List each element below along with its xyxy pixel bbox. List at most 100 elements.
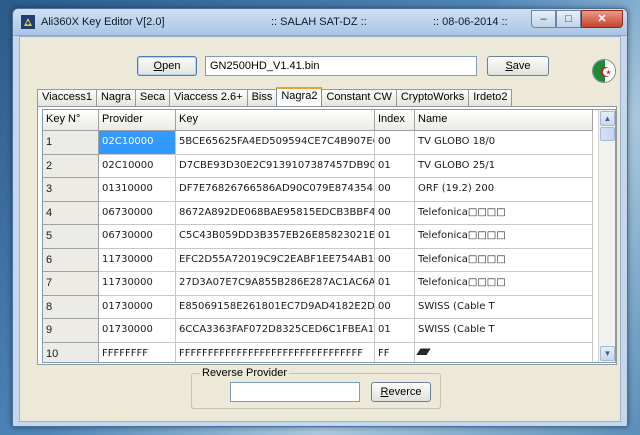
cell-name[interactable]: Telefonica□□□□: [415, 248, 593, 272]
column-header[interactable]: Provider: [99, 110, 176, 131]
app-icon: [21, 15, 35, 29]
cell-index[interactable]: 01: [375, 154, 415, 178]
app-window: Ali360X Key Editor V[2.0] :: SALAH SAT-D…: [12, 8, 628, 427]
keys-grid: Key N° Provider Key Index Name 1 02C10000 5BCE…: [42, 109, 616, 363]
title-bar[interactable]: Ali360X Key Editor V[2.0] :: SALAH SAT-D…: [13, 9, 627, 36]
table-row[interactable]: 10 FFFFFFFF FFFFFFFFFFFFFFFFFFFFFFFFFFFFFF…: [43, 342, 593, 362]
cell-provider[interactable]: 01310000: [99, 178, 176, 202]
cell-name[interactable]: ⁄⁄⁄⁄⁄⁄⁄⁄⁄⁄⁄⁄⁄⁄⁄⁄⁄⁄⁄⁄: [415, 342, 593, 362]
cell-name[interactable]: SWISS (Cable T: [415, 319, 593, 343]
cell-key[interactable]: 6CCA3363FAF072D8325CED6C1FBEA126: [176, 319, 375, 343]
row-number[interactable]: 10: [43, 342, 99, 362]
cell-index[interactable]: FF: [375, 342, 415, 362]
cell-index[interactable]: 01: [375, 272, 415, 296]
file-path-field[interactable]: GN2500HD_V1.41.bin: [205, 56, 477, 76]
cell-name[interactable]: TV GLOBO 18/0: [415, 131, 593, 155]
cell-provider[interactable]: 06730000: [99, 225, 176, 249]
save-button-hotkey: S: [505, 60, 513, 72]
cell-key[interactable]: E85069158E261801EC7D9AD4182E2D21: [176, 295, 375, 319]
cell-index[interactable]: 01: [375, 319, 415, 343]
open-button-hotkey: O: [153, 60, 163, 72]
cell-name[interactable]: Telefonica□□□□: [415, 225, 593, 249]
cell-provider[interactable]: FFFFFFFF: [99, 342, 176, 362]
cell-key[interactable]: FFFFFFFFFFFFFFFFFFFFFFFFFFFFFFFF: [176, 342, 375, 362]
table-row[interactable]: 3 01310000 DF7E76826766586AD90C079E8743543…: [43, 178, 593, 202]
column-header[interactable]: Key N°: [43, 110, 99, 131]
cell-provider[interactable]: 02C10000: [99, 131, 176, 155]
tab-constant-cw[interactable]: Constant CW: [321, 89, 397, 106]
tab-seca[interactable]: Seca: [134, 89, 170, 106]
row-number[interactable]: 3: [43, 178, 99, 202]
table-row[interactable]: 9 01730000 6CCA3363FAF072D8325CED6C1FBEA12…: [43, 319, 593, 343]
cell-index[interactable]: 00: [375, 248, 415, 272]
client-area: Open GN2500HD_V1.41.bin Save Viaccess1 Na…: [19, 36, 621, 422]
cell-name[interactable]: SWISS (Cable T: [415, 295, 593, 319]
tab-viaccess-2-6[interactable]: Viaccess 2.6+: [168, 89, 248, 106]
table-row[interactable]: 7 11730000 27D3A07E7C9A855B286E287AC1AC6AC…: [43, 272, 593, 296]
reverse-provider-label: Reverse Provider: [200, 367, 289, 379]
save-button[interactable]: Save: [487, 56, 549, 76]
cell-name[interactable]: ORF (19.2) 200: [415, 178, 593, 202]
cell-name[interactable]: TV GLOBO 25/1: [415, 154, 593, 178]
scroll-down-icon[interactable]: ▼: [600, 346, 615, 361]
cell-provider[interactable]: 11730000: [99, 272, 176, 296]
table-row[interactable]: 2 02C10000 D7CBE93D30E2C9139107387457DB902…: [43, 154, 593, 178]
cell-index[interactable]: 00: [375, 295, 415, 319]
scroll-up-icon[interactable]: ▲: [600, 111, 615, 126]
cell-index[interactable]: 01: [375, 225, 415, 249]
row-number[interactable]: 7: [43, 272, 99, 296]
table-row[interactable]: 6 11730000 EFC2D55A72019C9C2EABF1EE754AB13…: [43, 248, 593, 272]
tab-biss[interactable]: Biss: [246, 89, 278, 106]
tab-nagra[interactable]: Nagra: [95, 89, 136, 106]
maximize-button[interactable]: □: [556, 10, 581, 28]
table-row[interactable]: 5 06730000 C5C43B059DD3B357EB26E85823021E4…: [43, 225, 593, 249]
reverse-button[interactable]: Reverce: [371, 382, 431, 402]
cell-key[interactable]: D7CBE93D30E2C9139107387457DB9023: [176, 154, 375, 178]
column-header[interactable]: Key: [176, 110, 375, 131]
cell-index[interactable]: 00: [375, 131, 415, 155]
vertical-scrollbar[interactable]: ▲ ▼: [598, 110, 615, 362]
tab-nagra2[interactable]: Nagra2: [276, 87, 323, 106]
tab-panel-nagra2: Key N° Provider Key Index Name 1 02C10000 5BCE…: [37, 106, 617, 365]
row-number[interactable]: 1: [43, 131, 99, 155]
row-number[interactable]: 8: [43, 295, 99, 319]
cell-key[interactable]: 27D3A07E7C9A855B286E287AC1AC6AC0: [176, 272, 375, 296]
column-header[interactable]: Index: [375, 110, 415, 131]
cell-key[interactable]: 8672A892DE068BAE95815EDCB3BBF4C5: [176, 201, 375, 225]
cell-provider[interactable]: 11730000: [99, 248, 176, 272]
tab-strip: Viaccess1 Nagra Seca Viaccess 2.6+ Biss Nagra…: [37, 87, 513, 106]
grid-header: Key N° Provider Key Index Name: [43, 110, 593, 131]
cell-key[interactable]: C5C43B059DD3B357EB26E85823021E43: [176, 225, 375, 249]
row-number[interactable]: 2: [43, 154, 99, 178]
cell-provider[interactable]: 02C10000: [99, 154, 176, 178]
open-button-label: pen: [162, 60, 181, 72]
row-number[interactable]: 5: [43, 225, 99, 249]
column-header[interactable]: Name: [415, 110, 593, 131]
table-row[interactable]: 8 01730000 E85069158E261801EC7D9AD4182E2D2…: [43, 295, 593, 319]
tab-cryptoworks[interactable]: CryptoWorks: [395, 89, 470, 106]
cell-provider[interactable]: 06730000: [99, 201, 176, 225]
cell-key[interactable]: EFC2D55A72019C9C2EABF1EE754AB134: [176, 248, 375, 272]
scrollbar-thumb[interactable]: [600, 127, 615, 141]
tab-viaccess1[interactable]: Viaccess1: [37, 89, 97, 106]
cell-provider[interactable]: 01730000: [99, 295, 176, 319]
cell-index[interactable]: 00: [375, 201, 415, 225]
open-button[interactable]: Open: [137, 56, 197, 76]
row-number[interactable]: 9: [43, 319, 99, 343]
close-button[interactable]: ✕: [581, 10, 623, 28]
minimize-button[interactable]: –: [531, 10, 556, 28]
cell-name[interactable]: Telefonica□□□□: [415, 272, 593, 296]
reverse-provider-input[interactable]: [230, 382, 360, 402]
cell-name[interactable]: Telefonica□□□□: [415, 201, 593, 225]
cell-key[interactable]: DF7E76826766586AD90C079E87435437: [176, 178, 375, 202]
tab-irdeto2[interactable]: Irdeto2: [468, 89, 513, 106]
window-title-author: :: SALAH SAT-DZ ::: [271, 16, 367, 28]
grid-body: 1 02C10000 5BCE65625FA4ED509594CE7C4B907EC…: [43, 131, 593, 362]
cell-key[interactable]: 5BCE65625FA4ED509594CE7C4B907EC8: [176, 131, 375, 155]
cell-index[interactable]: 00: [375, 178, 415, 202]
cell-provider[interactable]: 01730000: [99, 319, 176, 343]
table-row[interactable]: 1 02C10000 5BCE65625FA4ED509594CE7C4B907EC…: [43, 131, 593, 155]
table-row[interactable]: 4 06730000 8672A892DE068BAE95815EDCB3BBF4C…: [43, 201, 593, 225]
row-number[interactable]: 4: [43, 201, 99, 225]
row-number[interactable]: 6: [43, 248, 99, 272]
